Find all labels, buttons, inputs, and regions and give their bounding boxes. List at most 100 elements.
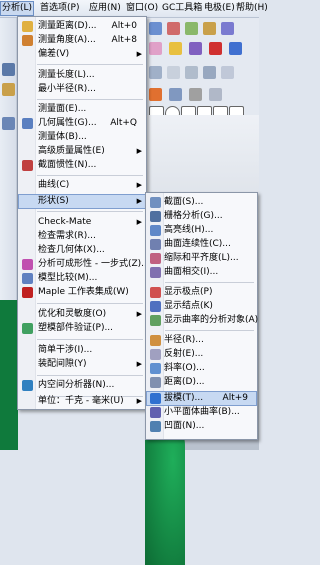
- toolbar-icon[interactable]: [167, 22, 180, 35]
- section-icon: [150, 197, 161, 208]
- menu-item-label: 分析可成形性 - 一步式(Z)...: [38, 259, 150, 269]
- model-compare-icon: [22, 273, 33, 284]
- slope-icon: [150, 363, 161, 374]
- menu-help[interactable]: 帮助(H): [236, 2, 268, 15]
- menu-item-show-knots[interactable]: 显示结点(K): [147, 300, 256, 313]
- toolbar-icon[interactable]: [221, 22, 234, 35]
- cube-icon[interactable]: [229, 42, 242, 55]
- menu-item-label: 凹面(N)...: [164, 421, 205, 431]
- menu-item-maple[interactable]: Maple 工作表集成(W): [19, 286, 145, 299]
- concave-icon: [150, 421, 161, 432]
- toolbar-icon[interactable]: [2, 83, 15, 96]
- menu-separator: [165, 330, 254, 331]
- menu-item-curvature-objects[interactable]: 显示曲率的分析对象(A): [147, 314, 258, 327]
- menu-item-measure-face[interactable]: 测量面(E)...: [19, 103, 145, 116]
- menu-item-check-mate[interactable]: Check-Mate ▶: [19, 216, 145, 229]
- toolbar-icon[interactable]: [149, 22, 162, 35]
- menu-item-label: 装配间隙(Y): [38, 359, 87, 369]
- menu-item-geometry-props[interactable]: 几何属性(G)... Alt+Q: [19, 117, 145, 130]
- menu-item-optimization[interactable]: 优化和灵敏度(O) ▶: [19, 308, 145, 321]
- curve-icon[interactable]: [169, 88, 182, 101]
- menu-item-label: 偏差(V): [38, 49, 70, 59]
- menu-item-section-inertia[interactable]: 截面惯性(N)...: [19, 159, 145, 172]
- menu-application[interactable]: 应用(N): [89, 2, 121, 15]
- geometry-props-icon: [22, 118, 33, 129]
- menu-item-model-compare[interactable]: 模型比较(M)...: [19, 272, 145, 285]
- menu-item-units[interactable]: 单位：千克 - 毫米(U) ▶: [19, 395, 145, 408]
- menu-item-min-radius[interactable]: 最小半径(R)...: [19, 83, 145, 96]
- menu-item-mold-validate[interactable]: 塑模部件验证(P)...: [19, 322, 145, 335]
- menu-item-label: 测量角度(A)...: [38, 35, 96, 45]
- menu-item-section[interactable]: 截面(S)...: [147, 196, 256, 209]
- cube-icon[interactable]: [149, 42, 162, 55]
- menu-item-label: 检查几何体(X)...: [38, 245, 105, 255]
- menu-separator: [37, 99, 143, 100]
- menu-item-measure-length[interactable]: 测量长度(L)...: [19, 69, 145, 82]
- menu-item-label: 测量长度(L)...: [38, 70, 95, 80]
- menu-item-draft[interactable]: 拔模(T)... Alt+9: [146, 391, 257, 406]
- menu-item-surface-intersect[interactable]: 曲面相交(I)...: [147, 266, 256, 279]
- menu-item-label: 单位：千克 - 毫米(U): [38, 396, 124, 406]
- cube-icon[interactable]: [209, 42, 222, 55]
- menu-item-deviation[interactable]: 偏差(V) ▶: [19, 48, 145, 61]
- menu-item-label: 曲线(C): [38, 180, 70, 190]
- menu-item-assembly-clearance[interactable]: 装配间隙(Y) ▶: [19, 358, 145, 371]
- menu-item-formability[interactable]: 分析可成形性 - 一步式(Z)...: [19, 258, 150, 271]
- toolbar-icon[interactable]: [185, 66, 198, 79]
- cube-icon[interactable]: [189, 42, 202, 55]
- menu-analysis[interactable]: 分析(L): [0, 1, 35, 16]
- menu-separator: [37, 64, 143, 65]
- submenu-arrow-icon: ▶: [136, 50, 142, 58]
- curve-icon[interactable]: [149, 88, 162, 101]
- toolbar-row: [145, 19, 259, 38]
- menu-item-check-geometry[interactable]: 检查几何体(X)...: [19, 244, 145, 257]
- menu-window[interactable]: 窗口(O): [126, 2, 158, 15]
- curve-icon[interactable]: [189, 88, 202, 101]
- menu-item-concave[interactable]: 凹面(N)...: [147, 420, 256, 433]
- toolbar-icon[interactable]: [2, 63, 15, 76]
- menu-preferences[interactable]: 首选项(P): [40, 2, 79, 15]
- toolbar-icon[interactable]: [149, 66, 162, 79]
- menu-item-label: 塑模部件验证(P)...: [38, 323, 114, 333]
- menu-item-show-poles[interactable]: 显示极点(P): [147, 286, 256, 299]
- menu-item-measure-body[interactable]: 测量体(B)...: [19, 131, 145, 144]
- menu-item-advanced-mass[interactable]: 高级质量属性(E) ▶: [19, 145, 145, 158]
- menu-item-check-requirements[interactable]: 检查需求(R)...: [19, 230, 145, 243]
- facet-curvature-icon: [150, 407, 161, 418]
- menu-item-highlight-lines[interactable]: 高亮线(H)...: [147, 224, 256, 237]
- menu-item-label: 检查需求(R)...: [38, 231, 96, 241]
- formability-icon: [22, 259, 33, 270]
- menu-item-curve[interactable]: 曲线(C) ▶: [19, 179, 145, 192]
- toolbar-icon[interactable]: [221, 66, 234, 79]
- curve-icon[interactable]: [209, 88, 222, 101]
- menu-separator: [37, 375, 143, 376]
- menu-item-facet-curvature[interactable]: 小平面体曲率(B)...: [147, 406, 256, 419]
- menu-item-label: 距离(D)...: [164, 377, 205, 387]
- menu-item-gap-flush[interactable]: 缩际和平齐度(L)...: [147, 252, 256, 265]
- menu-item-simple-interference[interactable]: 简单干涉(I)...: [19, 344, 145, 357]
- menu-electrode[interactable]: 电极(E): [204, 2, 235, 15]
- toolbar-icon[interactable]: [167, 66, 180, 79]
- menu-item-grid[interactable]: 栅格分析(G)...: [147, 210, 256, 223]
- menu-item-reflection[interactable]: 反射(E)...: [147, 348, 256, 361]
- menu-separator: [37, 211, 143, 212]
- menu-item-measure-angle[interactable]: 测量角度(A)... Alt+8: [19, 34, 145, 47]
- toolbar-icon[interactable]: [203, 66, 216, 79]
- menu-item-label: 模型比较(M)...: [38, 273, 98, 283]
- menu-gc-toolbox[interactable]: GC工具箱: [162, 2, 202, 15]
- menu-item-radius[interactable]: 半径(R)...: [147, 334, 256, 347]
- toolbar-icon[interactable]: [2, 117, 15, 130]
- cube-icon[interactable]: [169, 42, 182, 55]
- menu-item-shape[interactable]: 形状(S) ▶: [18, 194, 146, 209]
- menu-item-label: 小平面体曲率(B)...: [164, 407, 240, 417]
- menu-item-distance[interactable]: 距离(D)...: [147, 376, 256, 389]
- toolbar-row: [145, 85, 259, 104]
- menu-item-slope[interactable]: 斜率(O)...: [147, 362, 256, 375]
- menu-item-surface-continuity[interactable]: 曲面连续性(C)...: [147, 238, 256, 251]
- menu-item-label: 测量距离(D)...: [38, 21, 97, 31]
- menu-item-measure-distance[interactable]: 测量距离(D)... Alt+0: [19, 20, 145, 33]
- toolbar-icon[interactable]: [203, 22, 216, 35]
- menu-item-label: 截面惯性(N)...: [38, 160, 97, 170]
- toolbar-icon[interactable]: [185, 22, 198, 35]
- menu-item-inner-space[interactable]: 内空间分析器(N)...: [19, 379, 145, 392]
